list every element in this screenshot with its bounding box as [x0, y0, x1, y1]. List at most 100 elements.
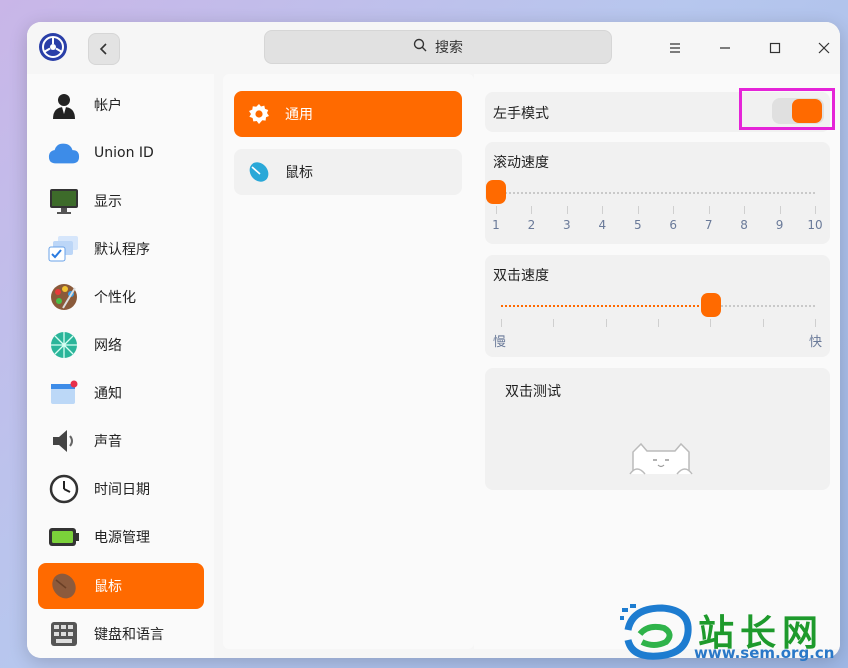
sidebar-item-label: Union ID — [94, 145, 154, 161]
maximize-icon — [769, 39, 781, 58]
user-avatar-icon — [48, 89, 80, 121]
scroll-speed-card: 滚动速度 1 2 3 4 5 6 7 8 9 10 — [485, 142, 830, 244]
cloud-icon — [48, 137, 80, 169]
mouse-icon — [48, 570, 80, 602]
slider-tick-label: 10 — [807, 218, 823, 232]
double-click-test-card[interactable]: 双击测试 — [485, 368, 830, 490]
slider-tick — [779, 206, 781, 214]
sidebar-item-display[interactable]: 显示 — [38, 178, 204, 224]
search-input[interactable]: 搜索 — [264, 30, 612, 64]
slider-tick-label: 9 — [775, 218, 784, 232]
slider-tick — [762, 319, 764, 327]
sidebar-item-label: 个性化 — [94, 290, 136, 306]
slider-tick — [815, 319, 816, 327]
subnav-panel: 通用 鼠标 — [223, 74, 474, 649]
slider-tick — [531, 206, 533, 214]
search-icon — [413, 38, 427, 56]
slider-tick-label: 4 — [598, 218, 607, 232]
sidebar-item-union-id[interactable]: Union ID — [38, 130, 204, 176]
sidebar-item-mouse[interactable]: 鼠标 — [38, 563, 204, 609]
slider-tick — [496, 206, 497, 214]
slow-label: 慢 — [493, 335, 507, 350]
sidebar-item-notifications[interactable]: 通知 — [38, 370, 204, 416]
sidebar-item-label: 默认程序 — [94, 242, 150, 258]
sidebar-item-label: 键盘和语言 — [94, 627, 164, 643]
speaker-icon — [48, 425, 80, 457]
titlebar: 搜索 — [27, 22, 840, 74]
fast-label: 快 — [808, 335, 822, 350]
settings-window: 搜索 帐户 Union ID 显示 默认程序 个性化 网络 通知 声音 时间日期… — [27, 22, 840, 658]
menu-button[interactable] — [663, 36, 687, 60]
network-globe-icon — [48, 329, 80, 361]
sidebar-item-label: 网络 — [94, 338, 122, 354]
double-click-speed-slider[interactable] — [485, 255, 830, 357]
sidebar-item-label: 显示 — [94, 194, 122, 210]
double-click-speed-card: 双击速度 慢 快 — [485, 255, 830, 357]
minimize-icon — [719, 39, 731, 58]
hamburger-icon — [669, 39, 681, 58]
monitor-icon — [48, 185, 80, 217]
mouse-icon — [247, 160, 271, 184]
notification-icon — [48, 377, 80, 409]
slider-tick — [501, 319, 502, 327]
sidebar-item-account[interactable]: 帐户 — [38, 82, 204, 128]
scroll-speed-slider[interactable]: 1 2 3 4 5 6 7 8 9 10 — [485, 142, 830, 244]
settings-panel: 左手模式 滚动速度 1 2 3 4 5 6 7 8 9 10 双击速度 慢 快 双击测试 — [474, 74, 840, 649]
slider-track — [496, 192, 815, 194]
tab-label: 通用 — [285, 107, 313, 123]
sidebar-item-label: 声音 — [94, 434, 122, 450]
clock-icon — [48, 473, 80, 505]
sidebar-item-personalization[interactable]: 个性化 — [38, 274, 204, 320]
close-button[interactable] — [812, 36, 836, 60]
sidebar-item-label: 帐户 — [94, 98, 122, 114]
watermark: 站长网 www.sem.org.cn — [616, 600, 848, 668]
keyboard-icon — [48, 618, 80, 650]
tab-label: 鼠标 — [285, 165, 313, 181]
slider-tick — [566, 206, 568, 214]
watermark-url: www.sem.org.cn — [694, 644, 835, 662]
slider-tick-label: 5 — [633, 218, 642, 232]
chevron-left-icon — [98, 40, 110, 59]
sidebar-item-keyboard[interactable]: 键盘和语言 — [38, 611, 204, 657]
slider-tick — [658, 319, 659, 327]
watermark-logo-icon — [618, 600, 696, 668]
sidebar-item-network[interactable]: 网络 — [38, 322, 204, 368]
maximize-button[interactable] — [763, 36, 787, 60]
slider-tick — [710, 319, 712, 327]
sidebar-item-label: 鼠标 — [94, 579, 122, 595]
sidebar-item-label: 通知 — [94, 386, 122, 402]
sidebar-item-label: 时间日期 — [94, 482, 150, 498]
battery-icon — [48, 521, 80, 553]
slider-tick — [605, 319, 607, 327]
tab-mouse[interactable]: 鼠标 — [234, 149, 462, 195]
scroll-speed-slider-knob[interactable] — [486, 180, 506, 204]
tab-general[interactable]: 通用 — [234, 91, 462, 137]
double-click-speed-slider-knob[interactable] — [701, 293, 722, 317]
sidebar-item-sound[interactable]: 声音 — [38, 418, 204, 464]
slider-tick-label: 6 — [669, 218, 678, 232]
slider-tick-label: 2 — [527, 218, 536, 232]
slider-tick — [637, 206, 639, 214]
annotation-highlight-box — [739, 88, 835, 130]
slider-tick-label: 8 — [740, 218, 748, 232]
default-apps-icon — [48, 233, 80, 265]
search-placeholder: 搜索 — [435, 40, 463, 56]
back-button[interactable] — [88, 33, 120, 65]
cat-peek-icon — [629, 442, 693, 480]
slider-tick — [708, 206, 710, 214]
slider-tick — [602, 206, 604, 214]
sidebar-item-datetime[interactable]: 时间日期 — [38, 466, 204, 512]
sidebar-item-default-apps[interactable]: 默认程序 — [38, 226, 204, 272]
slider-tick-label: 7 — [704, 218, 713, 232]
sidebar-item-power[interactable]: 电源管理 — [38, 514, 204, 560]
slider-tick-label: 1 — [492, 218, 500, 232]
slider-tick-label: 3 — [563, 218, 571, 232]
left-hand-mode-label: 左手模式 — [493, 106, 549, 122]
close-icon — [818, 39, 830, 58]
minimize-button[interactable] — [713, 36, 737, 60]
gear-icon — [247, 102, 271, 126]
palette-icon — [48, 281, 80, 313]
sidebar-item-label: 电源管理 — [94, 530, 150, 546]
double-click-test-label: 双击测试 — [505, 384, 561, 400]
slider-tick — [673, 206, 675, 214]
